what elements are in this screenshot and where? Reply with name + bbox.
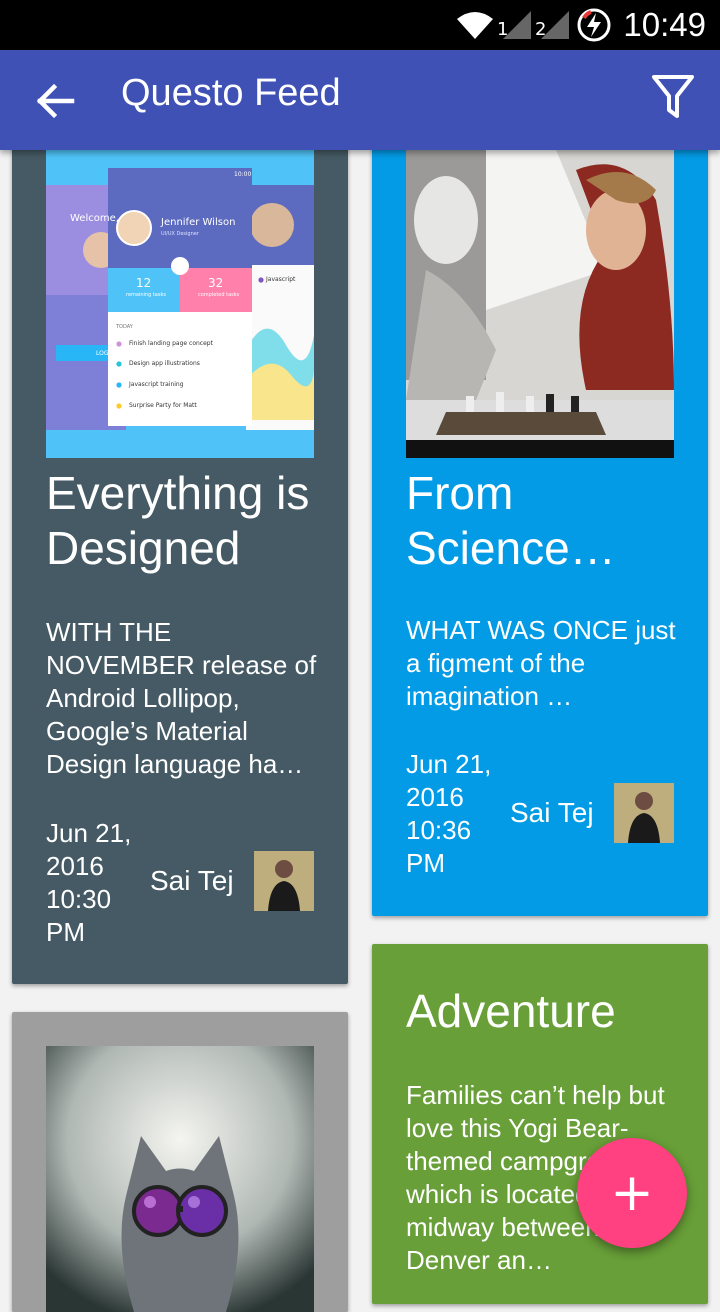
card-title: Adventure: [406, 985, 616, 1037]
clock: 10:49: [623, 6, 706, 43]
mockup-remaining-count: 12: [136, 276, 152, 290]
card-date: Jun 21, 2016 10:30 PM: [46, 818, 132, 947]
app-mockup-illustration: [46, 150, 314, 458]
card-excerpt: WITH THE NOVEMBER release of Android Lol…: [46, 617, 317, 779]
sim2-label: 2: [535, 19, 547, 40]
card-image: [46, 1046, 314, 1312]
feed-card[interactable]: Welcome, 10:00 Jennifer Wilson UI/UX Des…: [12, 130, 348, 984]
mockup-task: Design app illustrations: [129, 360, 200, 367]
card-date: Jun 21, 2016 10:36 PM: [406, 749, 492, 878]
mockup-profile-name: Jennifer Wilson: [161, 217, 236, 228]
feed-card[interactable]: From Science… WHAT WAS ONCE just a figme…: [372, 130, 708, 916]
card-title: Everything is Designed: [46, 467, 310, 574]
mockup-profile-role: UI/UX Designer: [161, 231, 199, 237]
card-image: Welcome, 10:00 Jennifer Wilson UI/UX Des…: [46, 150, 314, 458]
feed-card[interactable]: [12, 1012, 348, 1312]
avatar: [614, 783, 674, 843]
mockup-section: TODAY: [116, 324, 133, 330]
signal-2-icon: 2: [535, 9, 571, 41]
arrow-back-icon[interactable]: [32, 78, 78, 124]
card-author: Sai Tej: [150, 865, 234, 896]
battery-charging-icon: [577, 8, 611, 42]
card-title: From Science…: [406, 467, 616, 574]
card-author: Sai Tej: [510, 797, 594, 828]
status-icons: 1 2: [455, 8, 611, 42]
card-image: [406, 150, 674, 458]
mockup-completed-label: completed tasks: [198, 292, 240, 298]
sim1-label: 1: [497, 19, 509, 40]
wifi-icon: [457, 12, 493, 39]
mockup-completed-count: 32: [208, 276, 224, 290]
signal-1-icon: 1: [497, 9, 533, 41]
card-excerpt: WHAT WAS ONCE just a figment of the imag…: [406, 615, 676, 711]
avatar: [254, 851, 314, 911]
mockup-chip: Javascript: [266, 276, 296, 283]
mockup-phone-time: 10:00: [234, 171, 252, 178]
mockup-task: Javascript training: [129, 381, 184, 388]
mockup-login: LOG: [96, 350, 109, 357]
mockup-task: Surprise Party for Matt: [129, 402, 197, 409]
mockup-welcome: Welcome,: [70, 213, 119, 224]
app-bar: Questo Feed: [0, 50, 720, 150]
add-post-button[interactable]: +: [577, 1138, 687, 1248]
status-bar: 1 2 10:49: [0, 0, 720, 50]
robot-chess-illustration: [406, 150, 674, 458]
cat-sunglasses-illustration: [46, 1046, 314, 1312]
mockup-remaining-label: remaining tasks: [126, 292, 166, 298]
page-title: Questo Feed: [121, 72, 341, 114]
feed-card[interactable]: Adventure Families can’t help but love t…: [372, 944, 708, 1304]
filter-icon[interactable]: [650, 72, 696, 122]
mockup-task: Finish landing page concept: [129, 340, 213, 347]
